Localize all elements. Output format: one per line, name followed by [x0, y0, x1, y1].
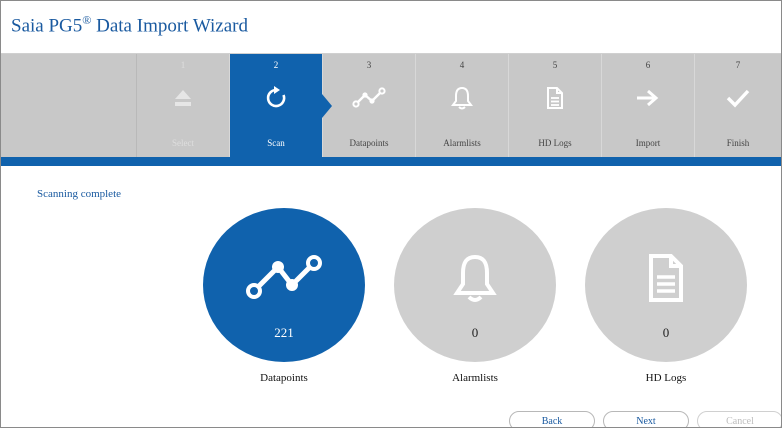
hd-logs-result-circle: 0	[585, 208, 747, 362]
next-button[interactable]: Next	[603, 411, 689, 427]
document-icon	[585, 248, 747, 308]
alarmlists-label: Alarmlists	[452, 372, 498, 384]
status-message: Scanning complete	[37, 188, 122, 200]
chart-line-icon	[323, 80, 415, 116]
back-button[interactable]: Back	[509, 411, 595, 427]
steps-spacer	[1, 54, 137, 157]
step-finish: 7 Finish	[695, 54, 781, 157]
active-step-pointer	[322, 94, 332, 118]
title-brand: Saia PG5	[11, 15, 83, 37]
step-scan: 2 Scan	[230, 54, 332, 157]
title-bar: Saia PG5® Data Import Wizard	[1, 1, 781, 54]
datapoints-result-circle: 221	[203, 208, 365, 362]
step-number: 1	[180, 60, 186, 70]
step-number: 7	[735, 60, 741, 70]
chart-line-icon	[203, 248, 365, 308]
arrow-right-icon	[602, 80, 694, 116]
step-label: Alarmlists	[443, 138, 481, 148]
bell-icon	[416, 80, 508, 116]
step-import: 6 Import	[602, 54, 695, 157]
step-label: Datapoints	[349, 138, 389, 148]
step-datapoints: 3 Datapoints	[323, 54, 416, 157]
hd-logs-label: HD Logs	[645, 372, 687, 384]
step-label: HD Logs	[538, 138, 572, 148]
datapoints-label: Datapoints	[260, 372, 308, 384]
step-number: 6	[645, 60, 651, 70]
step-hd-logs: 5 HD Logs	[509, 54, 602, 157]
bell-icon	[394, 248, 556, 308]
step-number: 3	[366, 60, 372, 70]
document-icon	[509, 80, 601, 116]
cancel-button[interactable]: Cancel	[697, 411, 781, 427]
hd-logs-count: 0	[662, 325, 670, 340]
step-number: 2	[273, 60, 279, 70]
step-alarmlists: 4 Alarmlists	[416, 54, 509, 157]
step-number: 4	[459, 60, 465, 70]
step-label: Select	[172, 138, 194, 148]
step-label: Scan	[267, 138, 285, 148]
title-suffix: Data Import Wizard	[91, 15, 249, 37]
step-label: Finish	[726, 138, 750, 148]
step-label: Import	[635, 138, 661, 148]
wizard-steps-bar: 1 Select 2 Scan 3 Datapoints 4 Alarmlist…	[1, 54, 781, 157]
alarmlists-count: 0	[471, 325, 479, 340]
alarmlists-result-circle: 0	[394, 208, 556, 362]
step-select: 1 Select	[137, 54, 230, 157]
window-title: Saia PG5® Data Import Wizard	[11, 13, 248, 37]
wizard-window: Saia PG5® Data Import Wizard 1 Select 2	[0, 0, 782, 428]
datapoints-count: 221	[274, 325, 294, 340]
refresh-icon	[230, 80, 322, 116]
title-registered-mark: ®	[82, 13, 92, 27]
step-number: 5	[552, 60, 558, 70]
checkmark-icon	[695, 80, 781, 116]
progress-divider	[1, 157, 781, 166]
upload-icon	[137, 80, 229, 116]
